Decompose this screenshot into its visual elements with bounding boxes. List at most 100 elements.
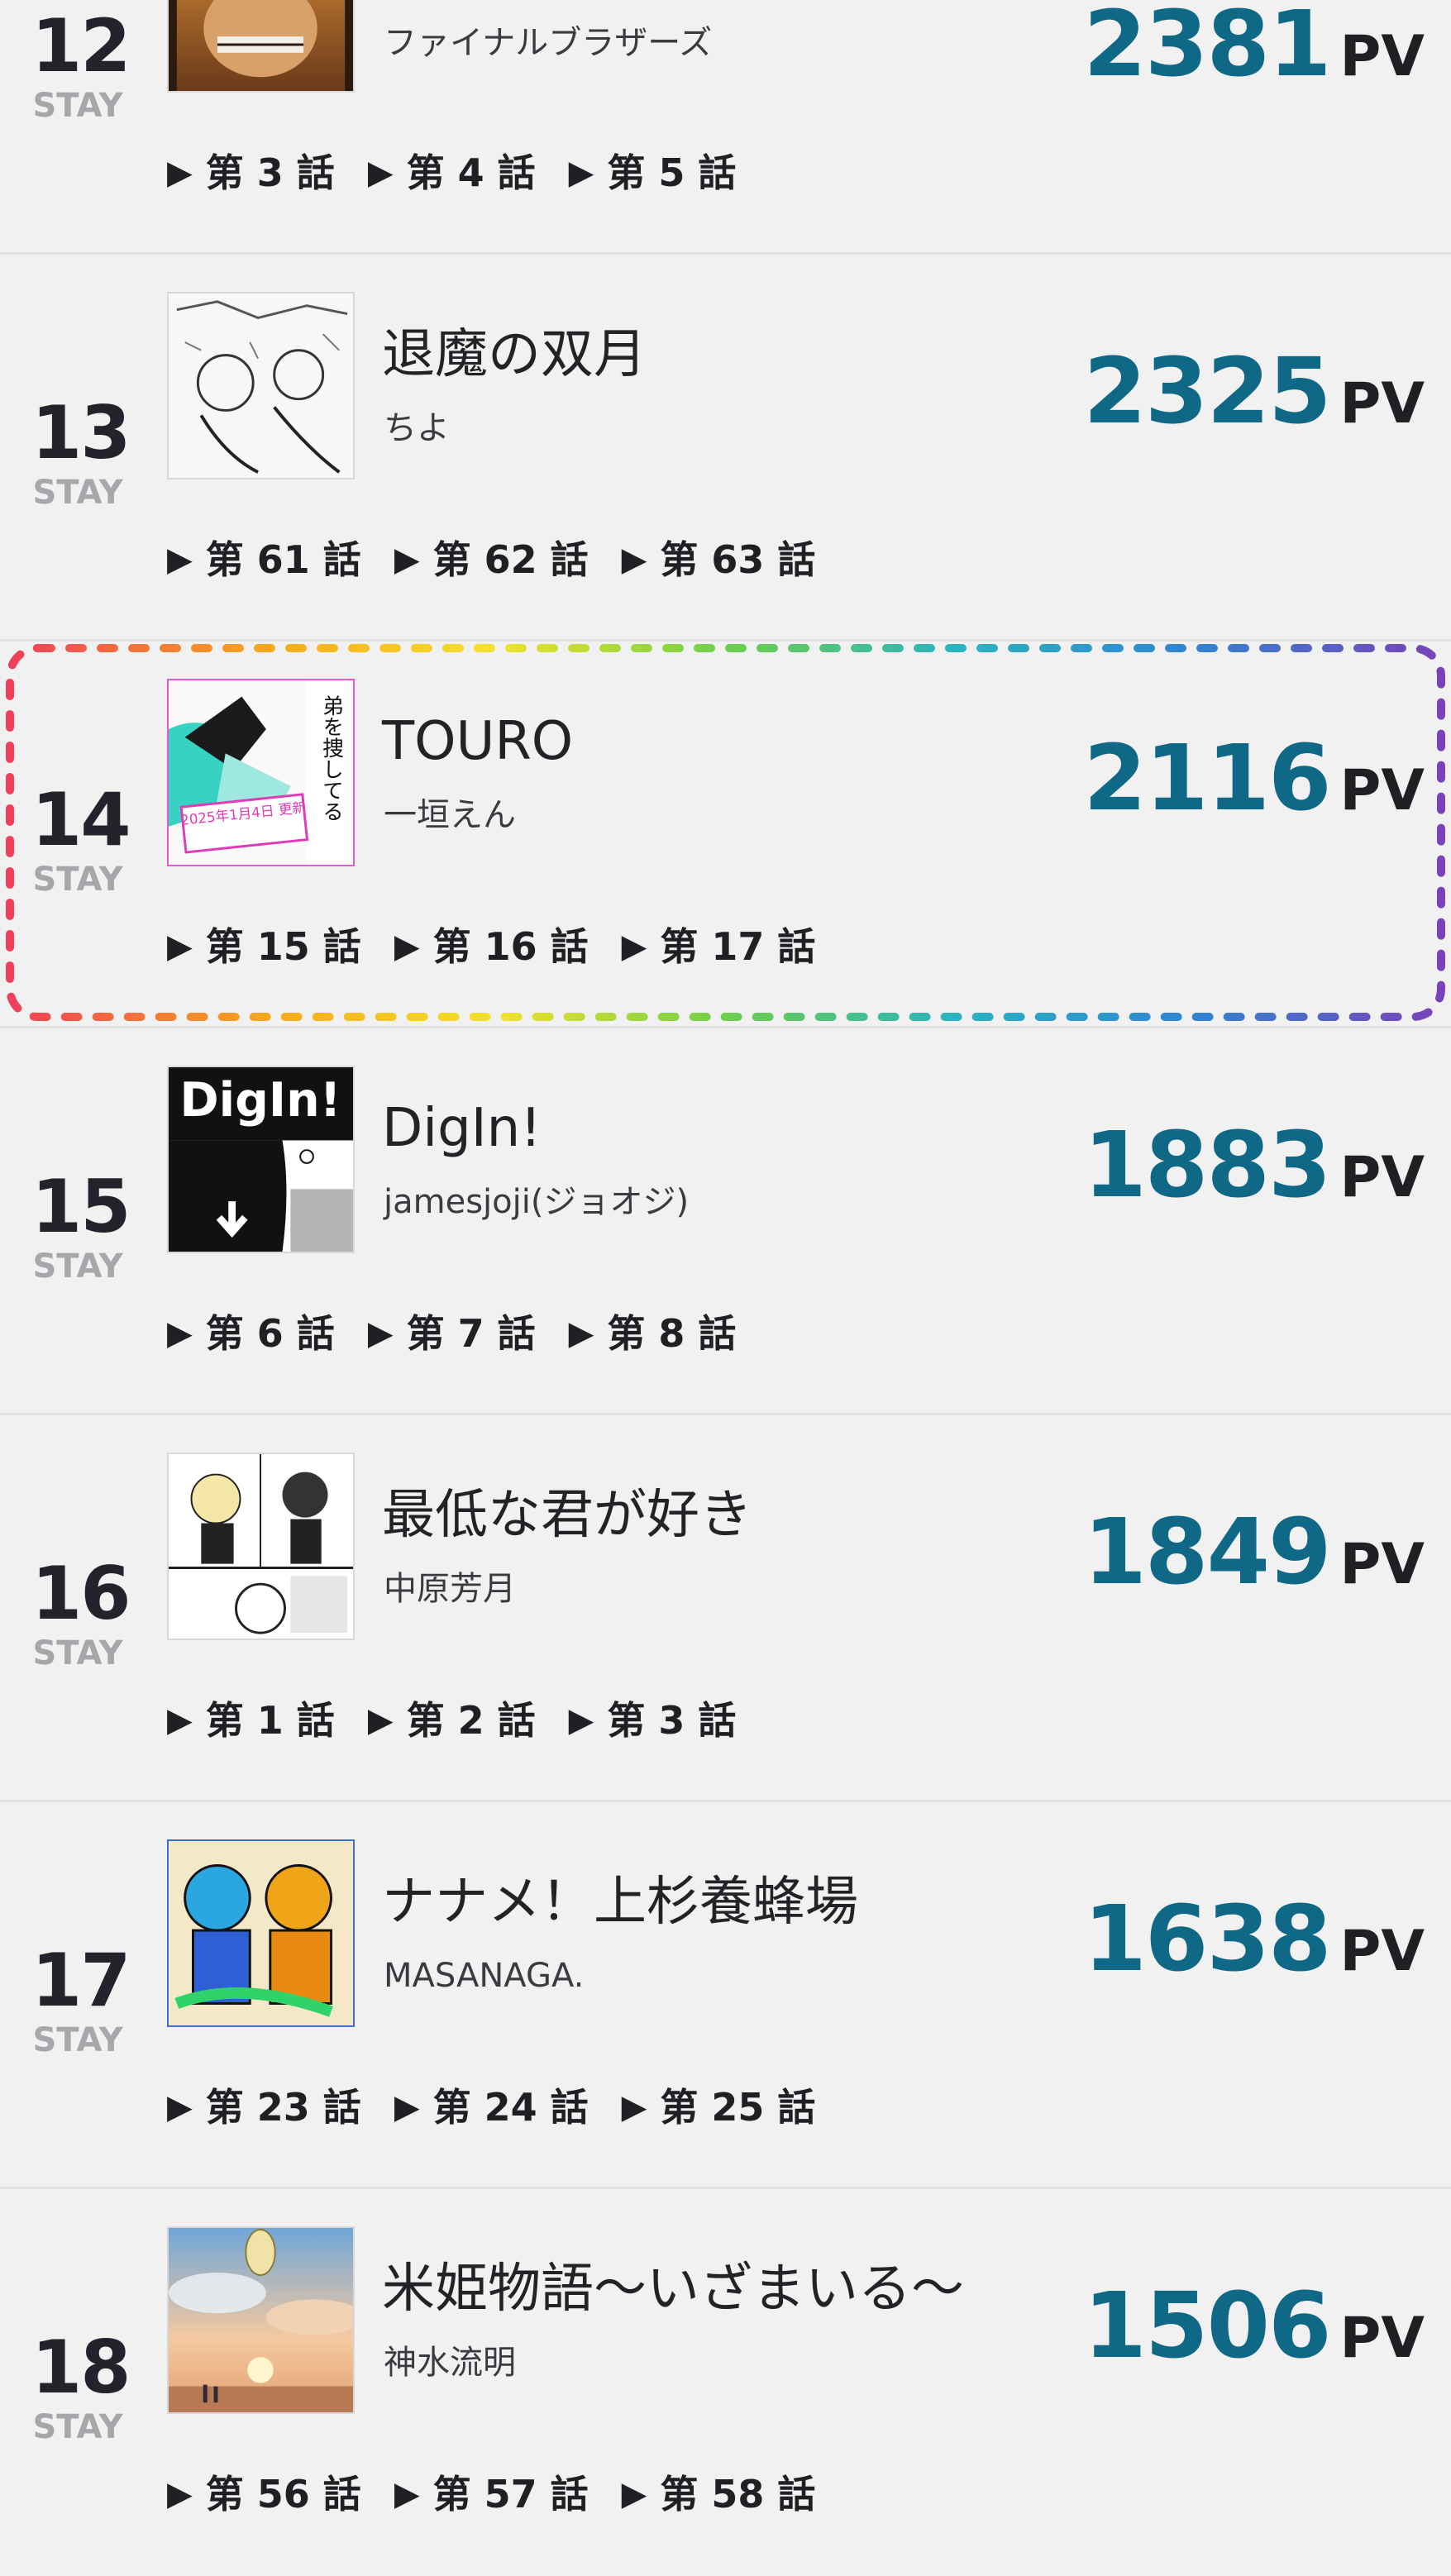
rank-number: 15 [31, 1164, 131, 1249]
play-triangle-icon: ▶ [167, 2475, 193, 2513]
episode-label: 第 3 話 [205, 150, 335, 195]
episode-links: ▶ 第 61 話 ▶ 第 62 話 ▶ 第 63 話 [167, 541, 815, 579]
manga-cover-thumbnail[interactable] [167, 0, 355, 93]
manga-title[interactable]: 最低な君が好き [382, 1486, 752, 1545]
episode-link[interactable]: ▶ 第 5 話 [569, 154, 737, 192]
manga-title[interactable]: TOURO [382, 713, 573, 771]
play-triangle-icon: ▶ [621, 928, 647, 966]
episode-label: 第 25 話 [660, 2085, 816, 2130]
episode-link[interactable]: ▶ 第 63 話 [622, 541, 816, 579]
rank-status-label: STAY [32, 1634, 123, 1672]
pv-unit: PV [1339, 758, 1425, 823]
episode-link[interactable]: ▶ 第 3 話 [167, 154, 335, 192]
episode-link[interactable]: ▶ 第 4 話 [368, 154, 536, 192]
rank-number: 17 [31, 1938, 131, 2023]
manga-cover-image: DigIn! [169, 1067, 353, 1252]
episode-link[interactable]: ▶ 第 1 話 [167, 1701, 335, 1739]
manga-author: ファイナルブラザーズ [384, 24, 713, 62]
rank-number: 12 [31, 3, 131, 88]
pv-count: 2381 [1083, 0, 1331, 97]
manga-title[interactable]: DigIn! [382, 1100, 542, 1158]
manga-cover-thumbnail[interactable] [167, 1839, 355, 2027]
play-triangle-icon: ▶ [568, 1701, 594, 1739]
episode-label: 第 56 話 [205, 2472, 361, 2516]
episode-label: 第 17 話 [660, 924, 816, 969]
play-triangle-icon: ▶ [568, 1314, 594, 1352]
pv-count: 2325 [1083, 338, 1331, 444]
manga-title[interactable]: 米姫物語〜いざまいる〜 [382, 2260, 964, 2319]
play-triangle-icon: ▶ [167, 928, 193, 966]
episode-link[interactable]: ▶ 第 23 話 [167, 2088, 361, 2126]
episode-label: 第 7 話 [406, 1311, 536, 1356]
manga-cover-image [169, 1841, 353, 2025]
episode-label: 第 62 話 [432, 537, 589, 582]
ranking-list: 12 STAY ファイナルブラザーズ 2381 PV ▶ 第 3 話 ▶ 第 4 話… [0, 0, 1451, 2540]
rank-number: 13 [31, 390, 131, 475]
play-triangle-icon: ▶ [394, 541, 420, 579]
episode-links: ▶ 第 23 話 ▶ 第 24 話 ▶ 第 25 話 [167, 2088, 815, 2126]
episode-link[interactable]: ▶ 第 58 話 [622, 2475, 816, 2513]
episode-link[interactable]: ▶ 第 15 話 [167, 928, 361, 966]
manga-author: jamesjoji(ジョオジ) [384, 1183, 690, 1221]
episode-links: ▶ 第 15 話 ▶ 第 16 話 ▶ 第 17 話 [167, 928, 815, 966]
pv-display: 2325 PV [1083, 346, 1425, 436]
episode-link[interactable]: ▶ 第 3 話 [569, 1701, 737, 1739]
episode-link[interactable]: ▶ 第 16 話 [394, 928, 589, 966]
manga-title[interactable]: 退魔の双月 [382, 326, 647, 384]
episode-links: ▶ 第 1 話 ▶ 第 2 話 ▶ 第 3 話 [167, 1701, 736, 1739]
episode-label: 第 2 話 [406, 1698, 536, 1743]
pv-unit: PV [1339, 371, 1425, 436]
manga-cover-image [169, 2228, 353, 2412]
manga-cover-image: 弟を捜してる 2025年1月4日 更新 [169, 680, 353, 865]
pv-display: 1638 PV [1083, 1893, 1425, 1984]
manga-cover-thumbnail[interactable] [167, 1453, 355, 1640]
episode-label: 第 63 話 [660, 537, 816, 582]
episode-link[interactable]: ▶ 第 57 話 [394, 2475, 589, 2513]
episode-link[interactable]: ▶ 第 7 話 [368, 1314, 536, 1352]
pv-count: 2116 [1083, 725, 1331, 831]
episode-label: 第 58 話 [660, 2472, 816, 2516]
manga-cover-thumbnail[interactable]: DigIn! [167, 1066, 355, 1253]
episode-link[interactable]: ▶ 第 61 話 [167, 541, 361, 579]
episode-link[interactable]: ▶ 第 62 話 [394, 541, 589, 579]
ranking-entry[interactable]: 18 STAY 米姫物語〜いざまいる〜 神水流明 1506 PV ▶ 第 56 話… [0, 2189, 1451, 2576]
episode-link[interactable]: ▶ 第 6 話 [167, 1314, 335, 1352]
play-triangle-icon: ▶ [167, 154, 193, 192]
pv-unit: PV [1339, 2306, 1425, 2371]
play-triangle-icon: ▶ [367, 154, 394, 192]
episode-links: ▶ 第 56 話 ▶ 第 57 話 ▶ 第 58 話 [167, 2475, 815, 2513]
episode-link[interactable]: ▶ 第 17 話 [622, 928, 816, 966]
episode-label: 第 23 話 [205, 2085, 361, 2130]
episode-label: 第 5 話 [607, 150, 737, 195]
play-triangle-icon: ▶ [621, 541, 647, 579]
manga-cover-thumbnail[interactable]: 弟を捜してる 2025年1月4日 更新 [167, 679, 355, 866]
rank-number: 14 [31, 777, 131, 862]
ranking-entry[interactable]: 12 STAY ファイナルブラザーズ 2381 PV ▶ 第 3 話 ▶ 第 4 話… [0, 0, 1451, 255]
ranking-entry-highlighted[interactable]: 14 STAY 弟を捜してる 2025年1月4日 更新 TOURO 一垣えん 2… [0, 642, 1451, 1028]
manga-title[interactable]: ナナメ！上杉養蜂場 [382, 1873, 858, 1932]
pv-display: 1506 PV [1083, 2280, 1425, 2371]
episode-label: 第 3 話 [607, 1698, 737, 1743]
episode-label: 第 8 話 [607, 1311, 737, 1356]
manga-author: 神水流明 [384, 2344, 516, 2382]
episode-link[interactable]: ▶ 第 2 話 [368, 1701, 536, 1739]
episode-link[interactable]: ▶ 第 56 話 [167, 2475, 361, 2513]
pv-count: 1506 [1083, 2273, 1331, 2378]
episode-label: 第 57 話 [432, 2472, 589, 2516]
manga-cover-thumbnail[interactable] [167, 2226, 355, 2414]
episode-label: 第 16 話 [432, 924, 589, 969]
episode-label: 第 15 話 [205, 924, 361, 969]
play-triangle-icon: ▶ [167, 1701, 193, 1739]
play-triangle-icon: ▶ [394, 928, 420, 966]
ranking-entry[interactable]: 17 STAY ナナメ！上杉養蜂場 MASANAGA. 1638 PV ▶ 第 2… [0, 1802, 1451, 2189]
play-triangle-icon: ▶ [167, 2088, 193, 2126]
episode-link[interactable]: ▶ 第 8 話 [569, 1314, 737, 1352]
episode-link[interactable]: ▶ 第 24 話 [394, 2088, 589, 2126]
ranking-entry[interactable]: 13 STAY 退魔の双月 ちよ 2325 PV ▶ 第 61 話 ▶ 第 62 話… [0, 255, 1451, 642]
ranking-entry[interactable]: 15 STAY DigIn! DigIn! jamesjoji(ジョオジ) 18… [0, 1028, 1451, 1415]
episode-label: 第 6 話 [205, 1311, 335, 1356]
ranking-entry[interactable]: 16 STAY 最低な君が好き 中原芳月 1849 PV ▶ 第 1 話 ▶ 第 2… [0, 1415, 1451, 1802]
pv-count: 1638 [1083, 1886, 1331, 1992]
episode-link[interactable]: ▶ 第 25 話 [622, 2088, 816, 2126]
manga-cover-thumbnail[interactable] [167, 292, 355, 479]
